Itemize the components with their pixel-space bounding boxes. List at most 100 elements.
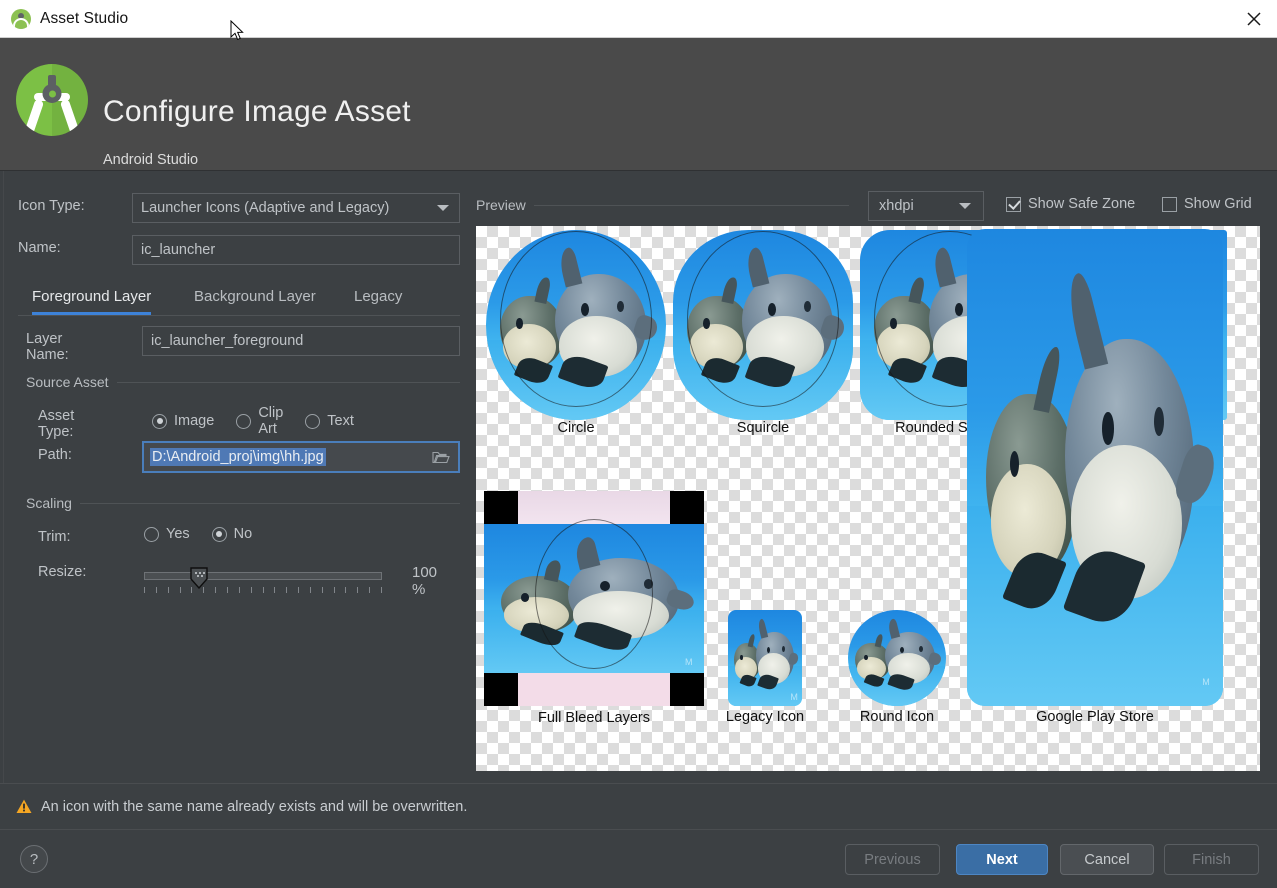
path-value: D:\Android_proj\img\hh.jpg xyxy=(150,448,326,466)
source-asset-group-header: Source Asset xyxy=(26,374,460,390)
finish-button[interactable]: Finish xyxy=(1164,844,1259,875)
radio-asset-type-text[interactable]: Text xyxy=(305,413,354,429)
preview-header: Preview xhdpi Show Safe Zone Show Grid xyxy=(476,191,1266,221)
preview-tile-round-icon[interactable]: M Round Icon xyxy=(848,610,946,725)
slider-ticks xyxy=(144,587,382,594)
asset-type-label: Asset Type: xyxy=(38,408,75,440)
checkbox-show-safe-zone[interactable]: Show Safe Zone xyxy=(1006,196,1135,212)
radio-indicator xyxy=(152,413,167,429)
android-studio-icon xyxy=(11,8,31,29)
preview-tile-circle[interactable]: M Circle xyxy=(486,230,666,436)
chevron-down-icon xyxy=(437,205,449,211)
previous-button-label: Previous xyxy=(864,851,921,868)
tabs-underline-rule xyxy=(18,315,460,316)
preview-tile-squircle[interactable]: M Squircle xyxy=(673,230,853,436)
radio-trim-no-label: No xyxy=(233,526,253,542)
warning-message: An icon with the same name already exist… xyxy=(41,798,468,815)
radio-asset-type-image-label: Image xyxy=(174,413,215,429)
asset-studio-dialog: Asset Studio Configure Image Asset Andro… xyxy=(0,0,1277,888)
preview-tile-caption: Full Bleed Layers xyxy=(537,710,651,726)
layer-tabs: Foreground Layer Background Layer Legacy xyxy=(18,279,460,315)
close-icon[interactable] xyxy=(1231,0,1277,37)
slider-track[interactable] xyxy=(144,572,382,580)
preview-tile-google-play-store[interactable]: M Google Play Store xyxy=(967,229,1223,725)
scaling-group-label: Scaling xyxy=(26,495,72,511)
layer-name-label: Layer Name: xyxy=(26,331,69,363)
dialog-body: Icon Type: Launcher Icons (Adaptive and … xyxy=(0,171,1277,783)
radio-indicator xyxy=(211,526,227,542)
icon-type-value: Launcher Icons (Adaptive and Legacy) xyxy=(141,200,390,216)
page-subtitle: Android Studio xyxy=(103,152,199,168)
trim-label: Trim: xyxy=(38,529,71,545)
tab-background-layer[interactable]: Background Layer xyxy=(194,279,316,313)
radio-asset-type-clip-art[interactable]: Clip Art xyxy=(236,405,283,437)
density-select[interactable]: xhdpi xyxy=(868,191,984,221)
preview-tile-caption: Legacy Icon xyxy=(725,709,805,725)
preview-tile-full-bleed-layers[interactable]: M Full Bleed Layers xyxy=(484,491,704,726)
preview-tile-caption: Squircle xyxy=(736,420,790,436)
icon-art: M xyxy=(673,230,853,420)
icon-art-large: M xyxy=(967,229,1223,706)
radio-trim-yes[interactable]: Yes xyxy=(144,526,190,542)
radio-indicator xyxy=(144,526,159,542)
preview-tile-caption: Circle xyxy=(557,420,595,436)
name-value: ic_launcher xyxy=(141,242,216,258)
help-icon[interactable]: ? xyxy=(20,845,48,873)
icon-type-select[interactable]: Launcher Icons (Adaptive and Legacy) xyxy=(132,193,460,223)
icon-type-label: Icon Type: xyxy=(18,198,85,214)
checkbox-indicator xyxy=(1162,196,1177,212)
radio-trim-no[interactable]: No xyxy=(211,526,253,542)
warning-bar: An icon with the same name already exist… xyxy=(0,783,1277,829)
source-asset-group-label: Source Asset xyxy=(26,374,109,390)
name-input[interactable]: ic_launcher xyxy=(132,235,460,265)
preview-title: Preview xyxy=(476,197,526,213)
scaling-group-header: Scaling xyxy=(26,495,460,511)
icon-art: M xyxy=(848,610,946,706)
previous-button[interactable]: Previous xyxy=(845,844,940,875)
checkbox-indicator xyxy=(1006,196,1021,212)
checkbox-show-safe-zone-label: Show Safe Zone xyxy=(1028,196,1136,212)
layer-name-value: ic_launcher_foreground xyxy=(151,333,304,349)
tab-legacy[interactable]: Legacy xyxy=(354,279,402,313)
density-value: xhdpi xyxy=(879,198,914,214)
dialog-header: Configure Image Asset Android Studio xyxy=(0,38,1277,171)
preview-canvas[interactable]: M Circle M Squircle Rounded Square M Ful… xyxy=(476,226,1260,771)
panel-divider xyxy=(3,171,4,783)
tab-foreground-layer-label: Foreground Layer xyxy=(32,287,152,305)
dialog-footer: ? Previous Next Cancel Finish xyxy=(0,829,1277,888)
finish-button-label: Finish xyxy=(1192,851,1231,868)
layer-name-input[interactable]: ic_launcher_foreground xyxy=(142,326,460,356)
resize-value: 100 % xyxy=(412,564,438,598)
path-input[interactable]: D:\Android_proj\img\hh.jpg xyxy=(142,441,460,473)
radio-asset-type-clip-art-label: Clip Art xyxy=(258,405,284,437)
window-title: Asset Studio xyxy=(40,9,129,27)
next-button[interactable]: Next xyxy=(956,844,1048,875)
tab-background-layer-label: Background Layer xyxy=(194,287,316,305)
tab-foreground-layer[interactable]: Foreground Layer xyxy=(32,279,152,315)
android-studio-logo xyxy=(16,64,88,136)
folder-icon[interactable] xyxy=(432,450,450,464)
radio-asset-type-image[interactable]: Image xyxy=(152,413,214,429)
page-title: Configure Image Asset xyxy=(103,95,411,128)
checkbox-show-grid[interactable]: Show Grid xyxy=(1162,196,1252,212)
checkbox-show-grid-label: Show Grid xyxy=(1184,196,1252,212)
next-button-label: Next xyxy=(986,851,1018,868)
icon-art-fullbleed: M xyxy=(484,491,704,706)
preview-tile-caption: Google Play Store xyxy=(1036,709,1154,725)
radio-asset-type-text-label: Text xyxy=(327,413,354,429)
tab-legacy-label: Legacy xyxy=(354,287,403,305)
cancel-button[interactable]: Cancel xyxy=(1060,844,1154,875)
warning-triangle-icon xyxy=(16,799,32,813)
slider-thumb[interactable] xyxy=(190,567,208,589)
group-rule xyxy=(79,502,460,504)
preview-tile-legacy-icon[interactable]: M Legacy Icon xyxy=(726,610,804,725)
name-label: Name: xyxy=(18,240,61,256)
resize-label: Resize: xyxy=(38,564,87,580)
preview-tile-caption: Round Icon xyxy=(859,709,935,725)
group-rule xyxy=(116,381,460,383)
radio-indicator xyxy=(236,413,252,429)
radio-indicator xyxy=(305,413,321,429)
preview-rule xyxy=(534,205,849,206)
radio-trim-yes-label: Yes xyxy=(166,526,190,542)
icon-art: M xyxy=(728,610,802,706)
